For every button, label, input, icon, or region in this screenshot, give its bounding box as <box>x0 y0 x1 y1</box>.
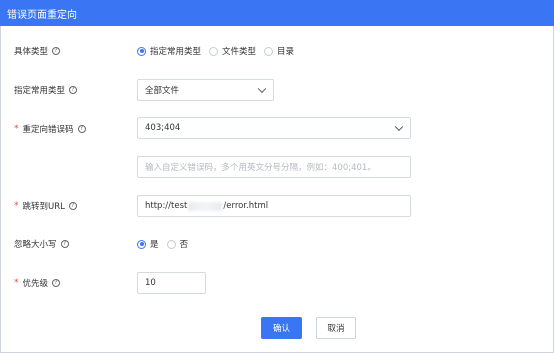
ignore-case-label-row: 忽略大小写 ? <box>14 238 69 250</box>
ignore-case-radio-group: 是 否 <box>137 238 196 250</box>
priority-value: 10 <box>145 278 156 288</box>
required-asterisk: * <box>14 124 19 134</box>
cancel-button[interactable]: 取消 <box>316 317 356 339</box>
radio-checked-icon[interactable] <box>137 239 146 249</box>
common-type-label: 指定常用类型 <box>14 86 66 96</box>
radio-option-file-type[interactable]: 文件类型 <box>209 45 256 57</box>
priority-input[interactable]: 10 <box>137 272 206 294</box>
radio-option-no[interactable]: 否 <box>166 238 189 250</box>
required-asterisk: * <box>14 278 19 288</box>
type-radio-group: 指定常用类型 文件类型 目录 <box>137 45 302 57</box>
dialog-title: 错误页面重定向 <box>7 9 77 21</box>
question-circle-icon[interactable]: ? <box>69 86 78 94</box>
question-circle-icon[interactable]: ? <box>52 47 61 55</box>
question-circle-icon[interactable]: ? <box>52 279 61 287</box>
url-prefix: http://test <box>145 201 188 211</box>
required-asterisk: * <box>14 201 19 211</box>
radio-option-directory[interactable]: 目录 <box>264 45 294 57</box>
url-label-row: * 跳转到URL ? <box>14 200 77 212</box>
cancel-label: 取消 <box>327 324 345 334</box>
code-label: 重定向错误码 <box>22 125 74 135</box>
type-label: 具体类型 <box>14 47 49 57</box>
radio-checked-icon[interactable] <box>137 46 146 56</box>
dialog-header: 错误页面重定向 <box>0 0 554 26</box>
common-type-value: 全部文件 <box>145 86 180 96</box>
code-value: 403;404 <box>145 123 181 133</box>
radio-unchecked-icon[interactable] <box>209 46 219 56</box>
radio-label: 目录 <box>277 47 295 57</box>
common-type-select[interactable]: 全部文件 <box>137 79 274 101</box>
code-label-row: * 重定向错误码 ? <box>14 123 86 135</box>
redacted-url-segment <box>188 201 223 211</box>
chevron-down-icon <box>257 84 267 94</box>
radio-unchecked-icon[interactable] <box>166 239 176 249</box>
url-label: 跳转到URL <box>22 202 65 212</box>
radio-unchecked-icon[interactable] <box>264 46 274 56</box>
type-label-row: 具体类型 ? <box>14 45 61 57</box>
question-circle-icon[interactable]: ? <box>60 240 69 248</box>
dialog-left-border <box>0 26 1 353</box>
url-input[interactable]: http://test /error.html <box>137 195 411 217</box>
radio-label: 文件类型 <box>222 47 257 57</box>
confirm-label: 确认 <box>272 324 290 334</box>
radio-label: 是 <box>150 240 159 250</box>
radio-label: 否 <box>179 240 189 250</box>
priority-label: 优先级 <box>22 279 49 289</box>
ignore-case-label: 忽略大小写 <box>14 240 57 250</box>
confirm-button[interactable]: 确认 <box>261 317 302 339</box>
radio-option-yes[interactable]: 是 <box>137 238 159 250</box>
radio-option-common-type[interactable]: 指定常用类型 <box>137 45 201 57</box>
question-circle-icon[interactable]: ? <box>68 202 77 210</box>
priority-label-row: * 优先级 ? <box>14 277 61 289</box>
radio-label: 指定常用类型 <box>150 47 202 57</box>
chevron-down-icon <box>394 122 404 132</box>
custom-code-input[interactable]: 输入自定义错误码，多个用英文分号分隔，例如：400;401。 <box>137 156 411 178</box>
code-select[interactable]: 403;404 <box>137 117 411 139</box>
question-circle-icon[interactable]: ? <box>77 125 86 133</box>
url-suffix: /error.html <box>223 201 269 211</box>
common-type-label-row: 指定常用类型 ? <box>14 84 78 96</box>
custom-code-placeholder: 输入自定义错误码，多个用英文分号分隔，例如：400;401。 <box>145 163 376 173</box>
